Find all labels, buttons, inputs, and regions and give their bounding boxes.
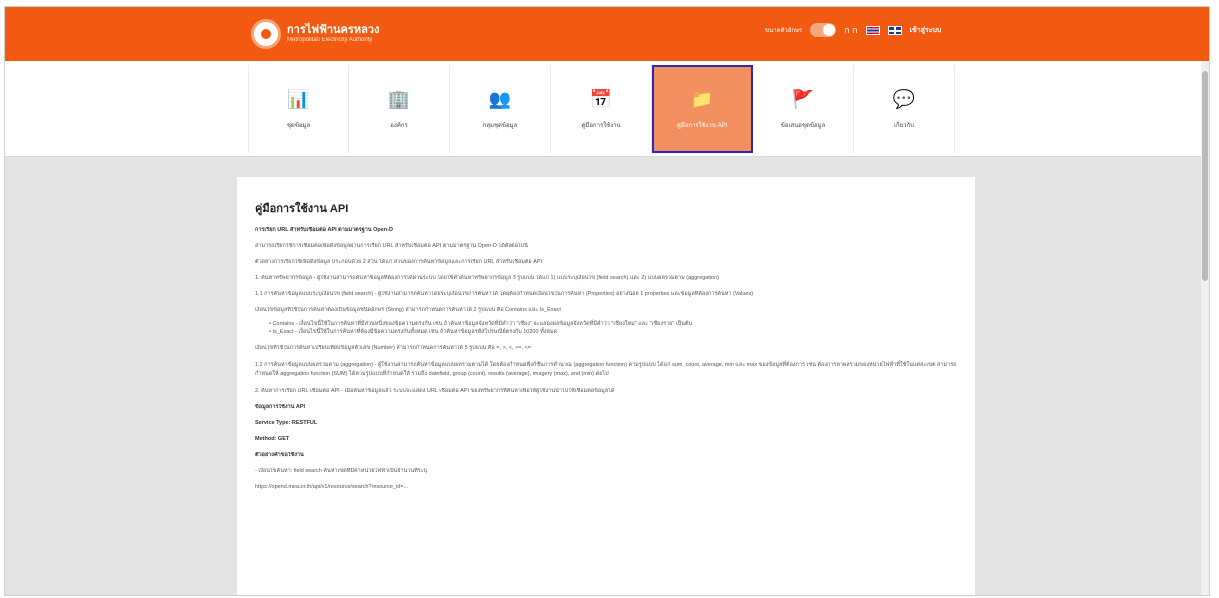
nav-item-0[interactable]: 📊 ชุดข้อมูล (248, 65, 349, 153)
logo-title: การไฟฟ้านครหลวง (287, 24, 380, 36)
login-link[interactable]: เข้าสู่ระบบ (910, 25, 942, 36)
nav-item-label: คู่มือการใช้งาน (581, 123, 621, 129)
contrast-control[interactable]: ก ก (844, 23, 857, 37)
nav-item-5[interactable]: 🚩 ข้อเสนอชุดข้อมูล (753, 65, 854, 153)
nav-item-3[interactable]: 📅 คู่มือการใช้งาน (551, 65, 652, 153)
logo-emblem-icon (251, 19, 281, 49)
nav-item-label: กลุ่มชุดข้อมูล (482, 123, 518, 129)
main-nav: 📊 ชุดข้อมูล 🏢 องค์กร 👥 กลุ่มชุดข้อมูล 📅 คู่มือก… (248, 65, 955, 153)
detail-line: - เงื่อนไขค้นหา: field search ค้นหาเขตที… (255, 468, 428, 474)
nav-item-1[interactable]: 🏢 องค์กร (349, 65, 450, 153)
nav-item-icon: 🚩 (791, 89, 815, 109)
site-logo[interactable]: การไฟฟ้านครหลวง Metropolitan Electricity… (251, 19, 379, 49)
page-scrollbar[interactable] (1201, 61, 1209, 595)
scrollbar-thumb[interactable] (1202, 71, 1208, 281)
nav-item-icon: 📊 (287, 89, 310, 109)
nav-item-icon: 🏢 (387, 89, 411, 109)
nav-item-icon: 📁 (690, 89, 714, 109)
nav-item-2[interactable]: 👥 กลุ่มชุดข้อมูล (450, 65, 551, 153)
top-bar: การไฟฟ้านครหลวง Metropolitan Electricity… (5, 7, 1209, 61)
condition-item: • Contains - เงื่อนไขนี้ใช้ในการค้นหาที่… (269, 321, 693, 327)
nav-item-label: ชุดข้อมูล (286, 123, 311, 129)
page-title: คู่มือการใช้งาน API (255, 203, 349, 215)
detail-line: Service Type: RESTFUL (255, 420, 318, 426)
logo-subtitle: Metropolitan Electricity Authority (287, 37, 373, 43)
content-line: เงื่อนไขที่ใช้ในการค้นหาเปรียบเทียบข้อมู… (255, 345, 531, 351)
nav-item-label: เกี่ยวกับ (893, 123, 914, 129)
browser-frame: การไฟฟ้านครหลวง Metropolitan Electricity… (4, 6, 1210, 596)
content-card: คู่มือการใช้งาน API การเรียก URL สำหรับเ… (237, 177, 975, 595)
detail-line: ข้อมูลการใช้งาน API (255, 404, 306, 410)
nav-item-4[interactable]: 📁 คู่มือการใช้งาน API (652, 65, 753, 153)
nav-item-label: คู่มือการใช้งาน API (676, 123, 728, 129)
uk-flag-icon[interactable] (887, 25, 902, 35)
header-controls: ขนาดตัวอักษร ก ก เข้าสู่ระบบ (765, 23, 941, 37)
font-size-label: ขนาดตัวอักษร (765, 28, 803, 34)
nav-item-label: ข้อเสนอชุดข้อมูล (780, 123, 826, 129)
detail-line: ตัวอย่างคำขอใช้งาน (255, 452, 304, 458)
condition-item: • Is_Exact - เงื่อนไขนี้ใช้ในการค้นหาที่… (269, 329, 558, 335)
main-nav-bar: 📊 ชุดข้อมูล 🏢 องค์กร 👥 กลุ่มชุดข้อมูล 📅 คู่มือก… (5, 61, 1209, 157)
content-line: สามารถเรียกใช้การเชื่อมต่อเพื่อดึงข้อมูล… (255, 243, 528, 249)
condition-list: • Contains - เงื่อนไขนี้ใช้ในการค้นหาที่… (269, 320, 957, 336)
nav-item-label: องค์กร (390, 123, 408, 129)
nav-item-6[interactable]: 💬 เกี่ยวกับ (854, 65, 955, 153)
thai-flag-icon[interactable] (865, 25, 880, 35)
aggregation-paragraph: 1.2 การค้นหาข้อมูลแบบผลรวมตาม (aggregati… (255, 362, 957, 377)
nav-item-icon: 👥 (488, 89, 512, 109)
content-line: 1.1 การค้นหาข้อมูลแบบระบุเงื่อนไข (field… (255, 291, 754, 297)
content-line: เงื่อนไขข้อมูลที่ใช้ในการค้นหาต้องเป็นข้… (255, 307, 561, 313)
detail-line: https://opend.mea.or.th/api/v1/resource/… (255, 484, 409, 490)
content-line: 1. ค้นหาทรัพยากรข้อมูล - ผู้ใช้งานสามารถ… (255, 275, 720, 281)
font-size-toggle[interactable] (810, 23, 837, 37)
detail-line: Method: GET (255, 436, 290, 442)
content-line: 2. ค้นหาการเรียก URL เชื่อมต่อ API - เมื… (255, 388, 615, 394)
content-line: ตัวอย่างการเรียกใช้เพื่อดึงข้อมูล ประกอบ… (255, 259, 543, 265)
content-line: การเรียก URL สำหรับเชื่อมต่อ API ตามมาตร… (255, 227, 393, 233)
nav-item-icon: 📅 (589, 89, 613, 109)
nav-item-icon: 💬 (892, 89, 916, 109)
